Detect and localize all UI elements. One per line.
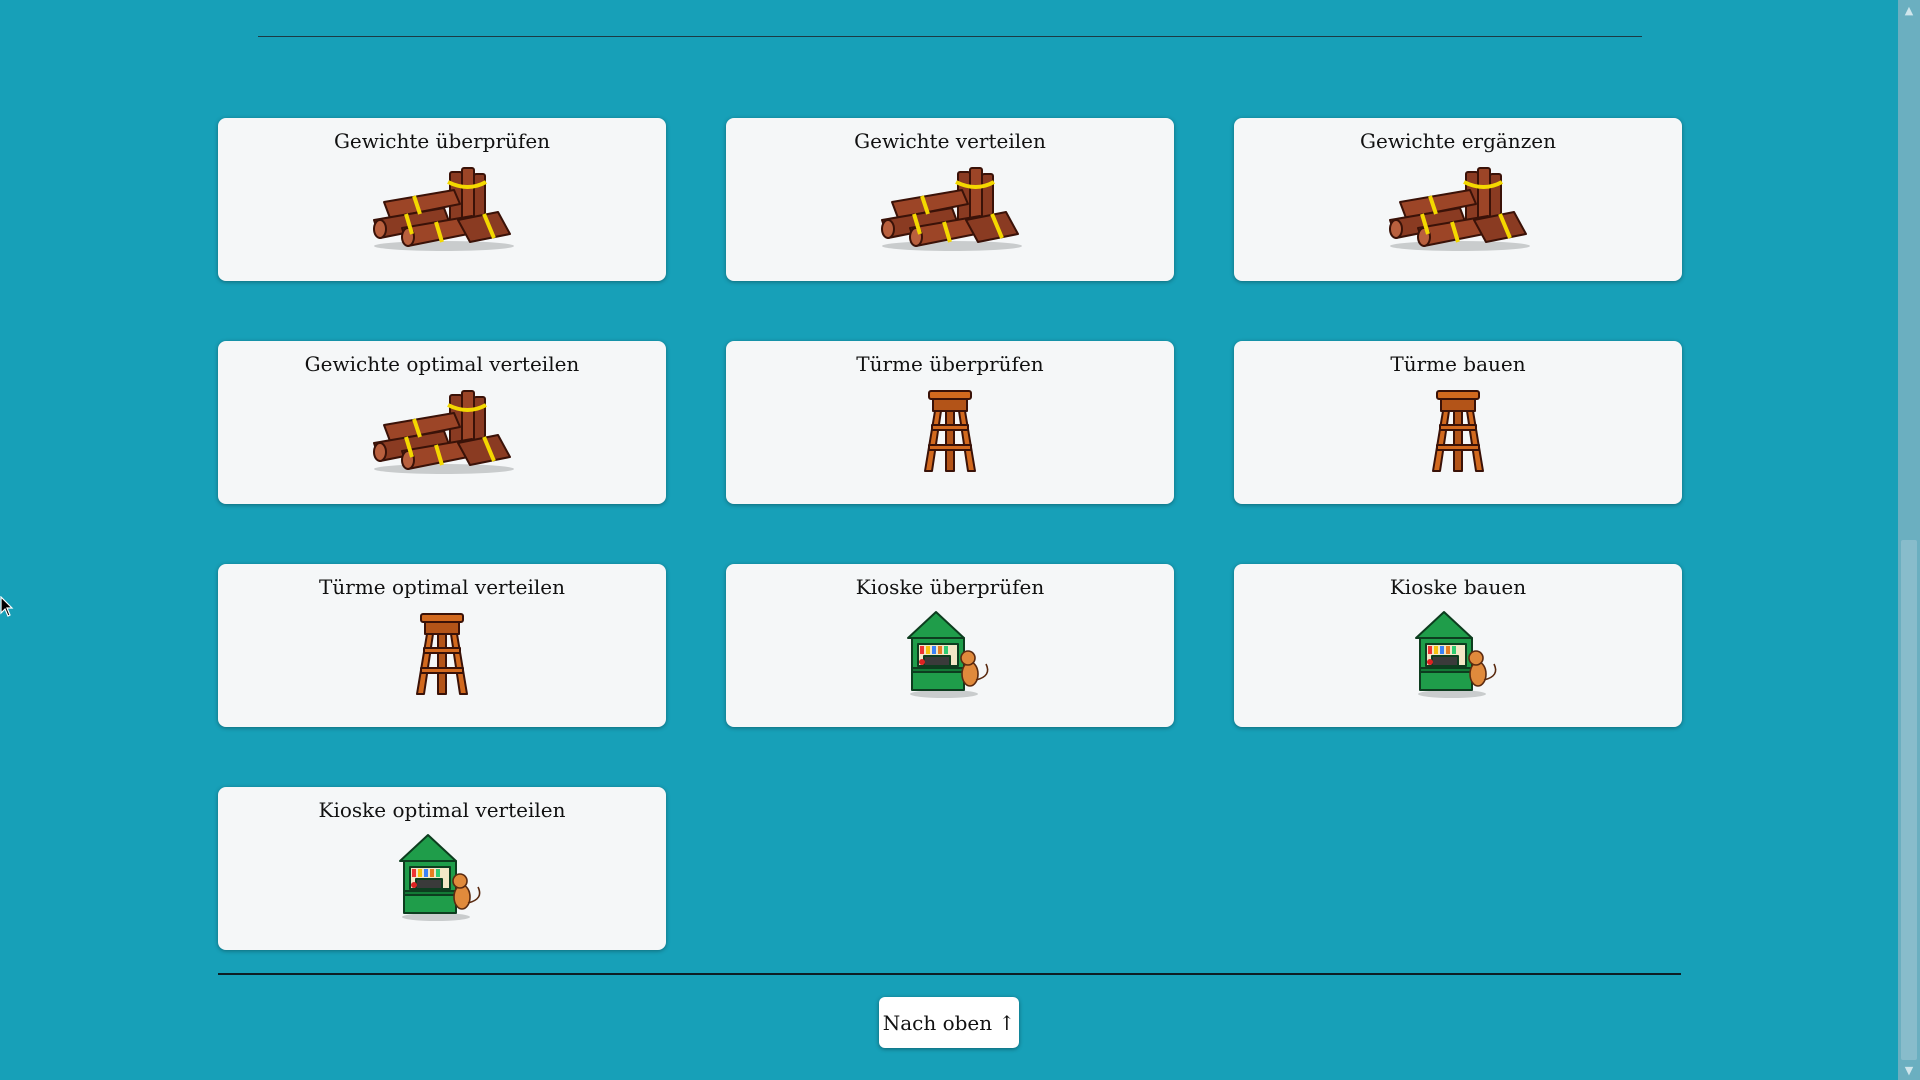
scroll-up-icon[interactable]: ▲ <box>1898 0 1920 20</box>
card-title: Türme optimal verteilen <box>319 575 565 599</box>
card-grid: Gewichte überprüfen Gewichte verteilen G… <box>218 118 1682 950</box>
card-tuerme-bauen[interactable]: Türme bauen <box>1234 341 1682 504</box>
wood-logs-icon <box>362 385 522 477</box>
card-title: Kioske bauen <box>1389 575 1527 599</box>
card-kioske-bauen[interactable]: Kioske bauen <box>1234 564 1682 727</box>
card-gewichte-ergaenzen[interactable]: Gewichte ergänzen <box>1234 118 1682 281</box>
kiosk-icon <box>1408 608 1508 700</box>
kiosk-icon <box>900 608 1000 700</box>
card-title: Gewichte verteilen <box>854 129 1046 153</box>
card-gewichte-verteilen[interactable]: Gewichte verteilen <box>726 118 1174 281</box>
mouse-cursor-icon <box>0 596 14 617</box>
kiosk-icon <box>392 831 492 923</box>
scroll-down-icon[interactable]: ▼ <box>1898 1060 1920 1080</box>
watchtower-icon <box>407 608 477 700</box>
scrollbar-thumb[interactable] <box>1901 540 1917 1060</box>
card-gewichte-optimal-verteilen[interactable]: Gewichte optimal verteilen <box>218 341 666 504</box>
card-gewichte-ueberpruefen[interactable]: Gewichte überprüfen <box>218 118 666 281</box>
wood-logs-icon <box>1378 162 1538 254</box>
card-title: Kioske überprüfen <box>855 575 1045 599</box>
card-tuerme-ueberpruefen[interactable]: Türme überprüfen <box>726 341 1174 504</box>
wood-logs-icon <box>362 162 522 254</box>
card-title: Gewichte ergänzen <box>1360 129 1556 153</box>
card-kioske-optimal-verteilen[interactable]: Kioske optimal verteilen <box>218 787 666 950</box>
card-title: Türme bauen <box>1390 352 1526 376</box>
card-kioske-ueberpruefen[interactable]: Kioske überprüfen <box>726 564 1174 727</box>
card-tuerme-optimal-verteilen[interactable]: Türme optimal verteilen <box>218 564 666 727</box>
watchtower-icon <box>1423 385 1493 477</box>
card-title: Kioske optimal verteilen <box>318 798 566 822</box>
card-title: Türme überprüfen <box>856 352 1044 376</box>
card-title: Gewichte optimal verteilen <box>304 352 580 376</box>
wood-logs-icon <box>870 162 1030 254</box>
top-divider <box>258 36 1642 37</box>
bottom-divider <box>218 973 1681 975</box>
watchtower-icon <box>915 385 985 477</box>
back-to-top-button[interactable]: Nach oben ↑ <box>879 997 1019 1048</box>
card-title: Gewichte überprüfen <box>333 129 551 153</box>
